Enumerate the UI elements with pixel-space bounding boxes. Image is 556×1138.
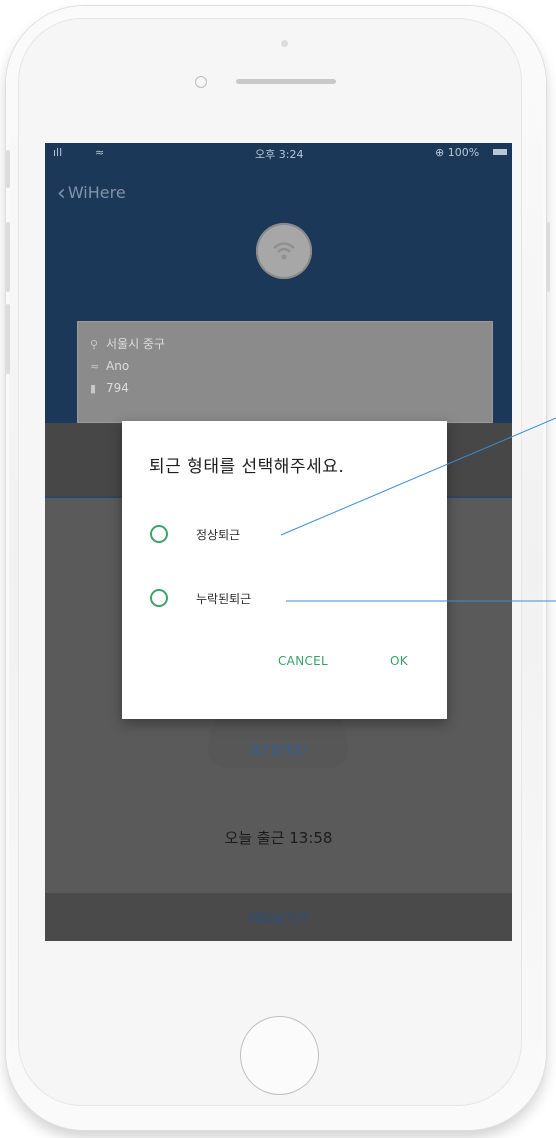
info-location-row: ⚲ 서울시 중구	[90, 334, 165, 354]
memo-link[interactable]: 메모남기기	[45, 908, 512, 927]
battery-icon	[493, 149, 507, 155]
wifi-icon: ≈	[90, 360, 100, 373]
back-label: WiHere	[67, 183, 126, 202]
battery-text: ⊕ 100%	[435, 146, 480, 159]
today-checkin-text: 오늘 출근 13:58	[224, 829, 333, 847]
lock-icon: ▮	[90, 382, 97, 395]
power-button	[546, 222, 550, 292]
option-label: 정상퇴근	[196, 528, 241, 542]
signal-icon: ıll	[53, 146, 63, 159]
code-text: 794	[106, 381, 129, 395]
dialog-title: 퇴근 형태를 선택해주세요.	[149, 457, 345, 477]
option-label: 누락된퇴근	[196, 592, 252, 606]
proximity-sensor	[195, 76, 207, 88]
network-text: Ano	[106, 359, 130, 373]
info-code-row: ▮ 794	[90, 378, 129, 398]
clock-out-type-dialog: 퇴근 형태를 선택해주세요. 정상퇴근 누락된퇴근 CANCEL OK	[122, 421, 447, 719]
wifi-icon	[273, 242, 295, 260]
radio-button[interactable]	[150, 589, 168, 607]
status-bar: ıll ≈ 오후 3:24 ⊕ 100%	[45, 143, 512, 161]
location-info-card: ⚲ 서울시 중구 ≈ Ano ▮ 794	[77, 321, 493, 423]
option-missed[interactable]: 누락된퇴근	[150, 585, 300, 613]
home-button[interactable]	[240, 1016, 319, 1095]
wifi-status-icon: ≈	[95, 146, 105, 159]
volume-up-button	[6, 222, 10, 292]
cancel-button[interactable]: CANCEL	[278, 654, 328, 668]
front-camera	[281, 40, 288, 47]
info-network-row: ≈ Ano	[90, 356, 129, 376]
chevron-left-icon: ‹	[57, 181, 66, 206]
volume-down-button	[6, 304, 10, 374]
earpiece-speaker	[236, 79, 336, 84]
status-time: 오후 3:24	[255, 148, 304, 161]
location-pin-icon: ⚲	[90, 338, 99, 351]
option-normal[interactable]: 정상퇴근	[150, 521, 290, 549]
back-button[interactable]: ‹ WiHere	[57, 181, 126, 206]
mute-switch	[6, 150, 10, 188]
clock-out-link[interactable]: 퇴근할게요!	[45, 741, 512, 758]
ok-button[interactable]: OK	[390, 654, 408, 668]
wifi-avatar	[256, 223, 312, 279]
radio-button[interactable]	[150, 525, 168, 543]
location-text: 서울시 중구	[106, 337, 166, 351]
